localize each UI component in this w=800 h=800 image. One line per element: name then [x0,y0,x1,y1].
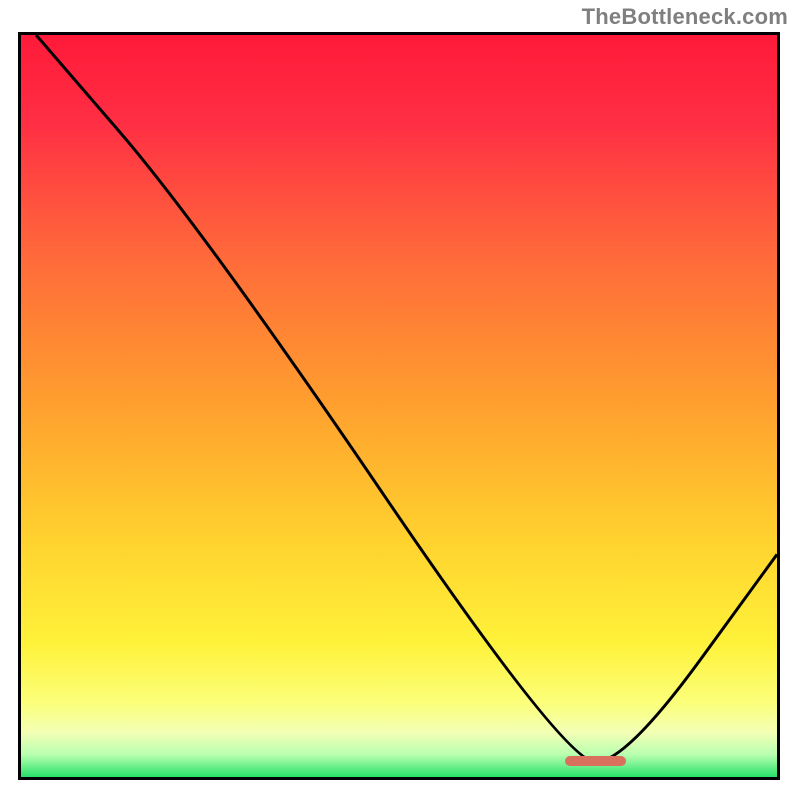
bottleneck-curve-path [36,35,777,762]
watermark-text: TheBottleneck.com [582,4,788,30]
optimal-range-marker [565,756,625,766]
chart-line-svg [21,35,777,777]
chart-plot-area [18,32,780,780]
